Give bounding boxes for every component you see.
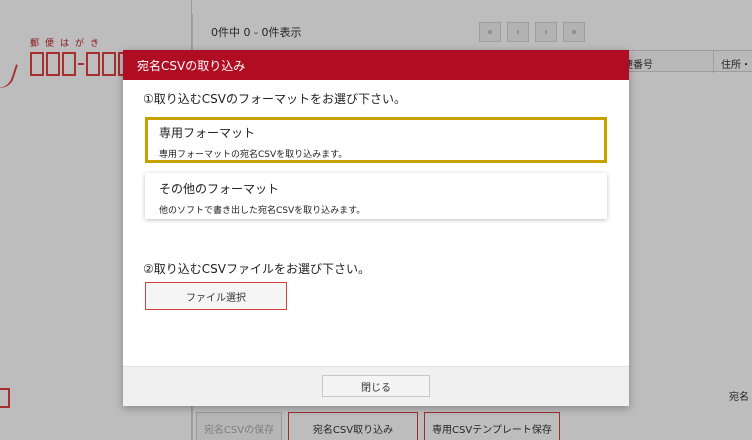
format-option-title: その他のフォーマット bbox=[159, 182, 280, 196]
format-option-desc: 専用フォーマットの宛名CSVを取り込みます。 bbox=[159, 150, 348, 160]
step1-title: ①取り込むCSVのフォーマットをお選び下さい。 bbox=[143, 92, 406, 106]
format-option-other[interactable]: その他のフォーマット 他のソフトで書き出した宛名CSVを取り込みます。 bbox=[145, 173, 607, 219]
dialog-title: 宛名CSVの取り込み bbox=[137, 58, 246, 73]
format-option-dedicated[interactable]: 専用フォーマット 専用フォーマットの宛名CSVを取り込みます。 bbox=[145, 117, 607, 163]
dialog-header: 宛名CSVの取り込み bbox=[123, 50, 629, 80]
step2-title: ②取り込むCSVファイルをお選び下さい。 bbox=[143, 262, 370, 276]
close-button[interactable]: 閉じる bbox=[322, 375, 430, 397]
file-select-button[interactable]: ファイル選択 bbox=[145, 282, 287, 310]
format-option-title: 専用フォーマット bbox=[159, 126, 256, 140]
csv-import-dialog: 宛名CSVの取り込み ①取り込むCSVのフォーマットをお選び下さい。 専用フォー… bbox=[123, 50, 629, 406]
dialog-footer: 閉じる bbox=[123, 366, 629, 406]
format-option-desc: 他のソフトで書き出した宛名CSVを取り込みます。 bbox=[159, 206, 366, 216]
